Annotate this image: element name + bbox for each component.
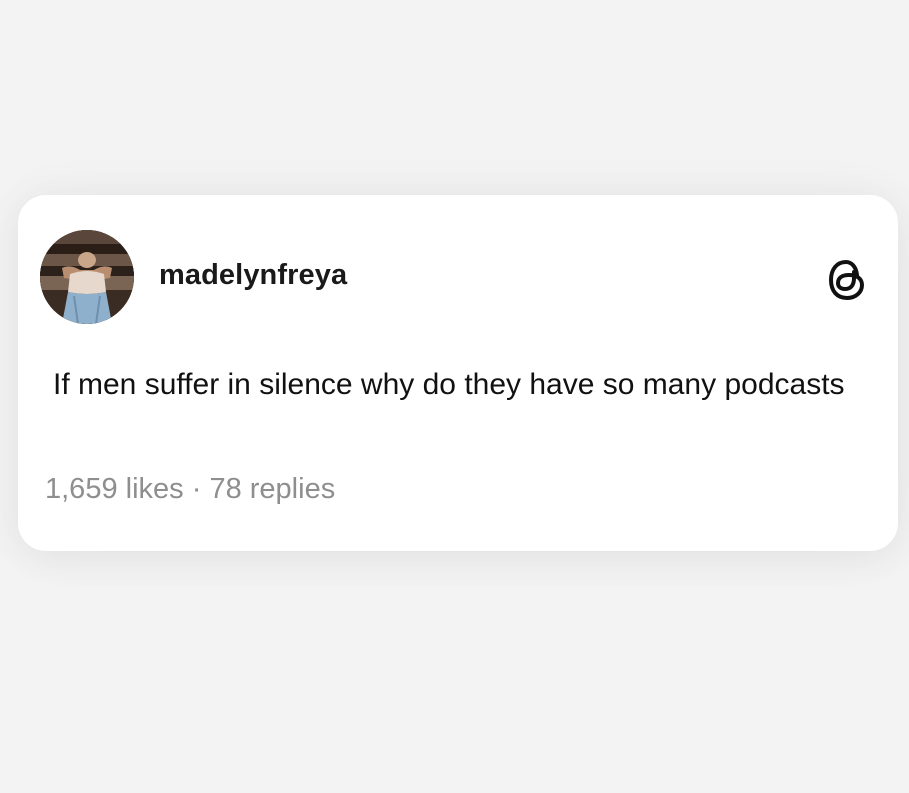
- avatar-image: [40, 230, 134, 324]
- avatar[interactable]: [40, 230, 134, 324]
- stats-separator: ·: [191, 473, 202, 505]
- threads-logo-icon[interactable]: [826, 257, 868, 303]
- likes-count[interactable]: 1,659 likes: [45, 473, 184, 505]
- username[interactable]: madelynfreya: [159, 259, 347, 292]
- post-stats: 1,659 likes · 78 replies: [45, 473, 335, 506]
- replies-count[interactable]: 78 replies: [209, 473, 335, 505]
- post-text: If men suffer in silence why do they hav…: [53, 368, 845, 401]
- post-card: madelynfreya If men suffer in silence wh…: [18, 195, 898, 551]
